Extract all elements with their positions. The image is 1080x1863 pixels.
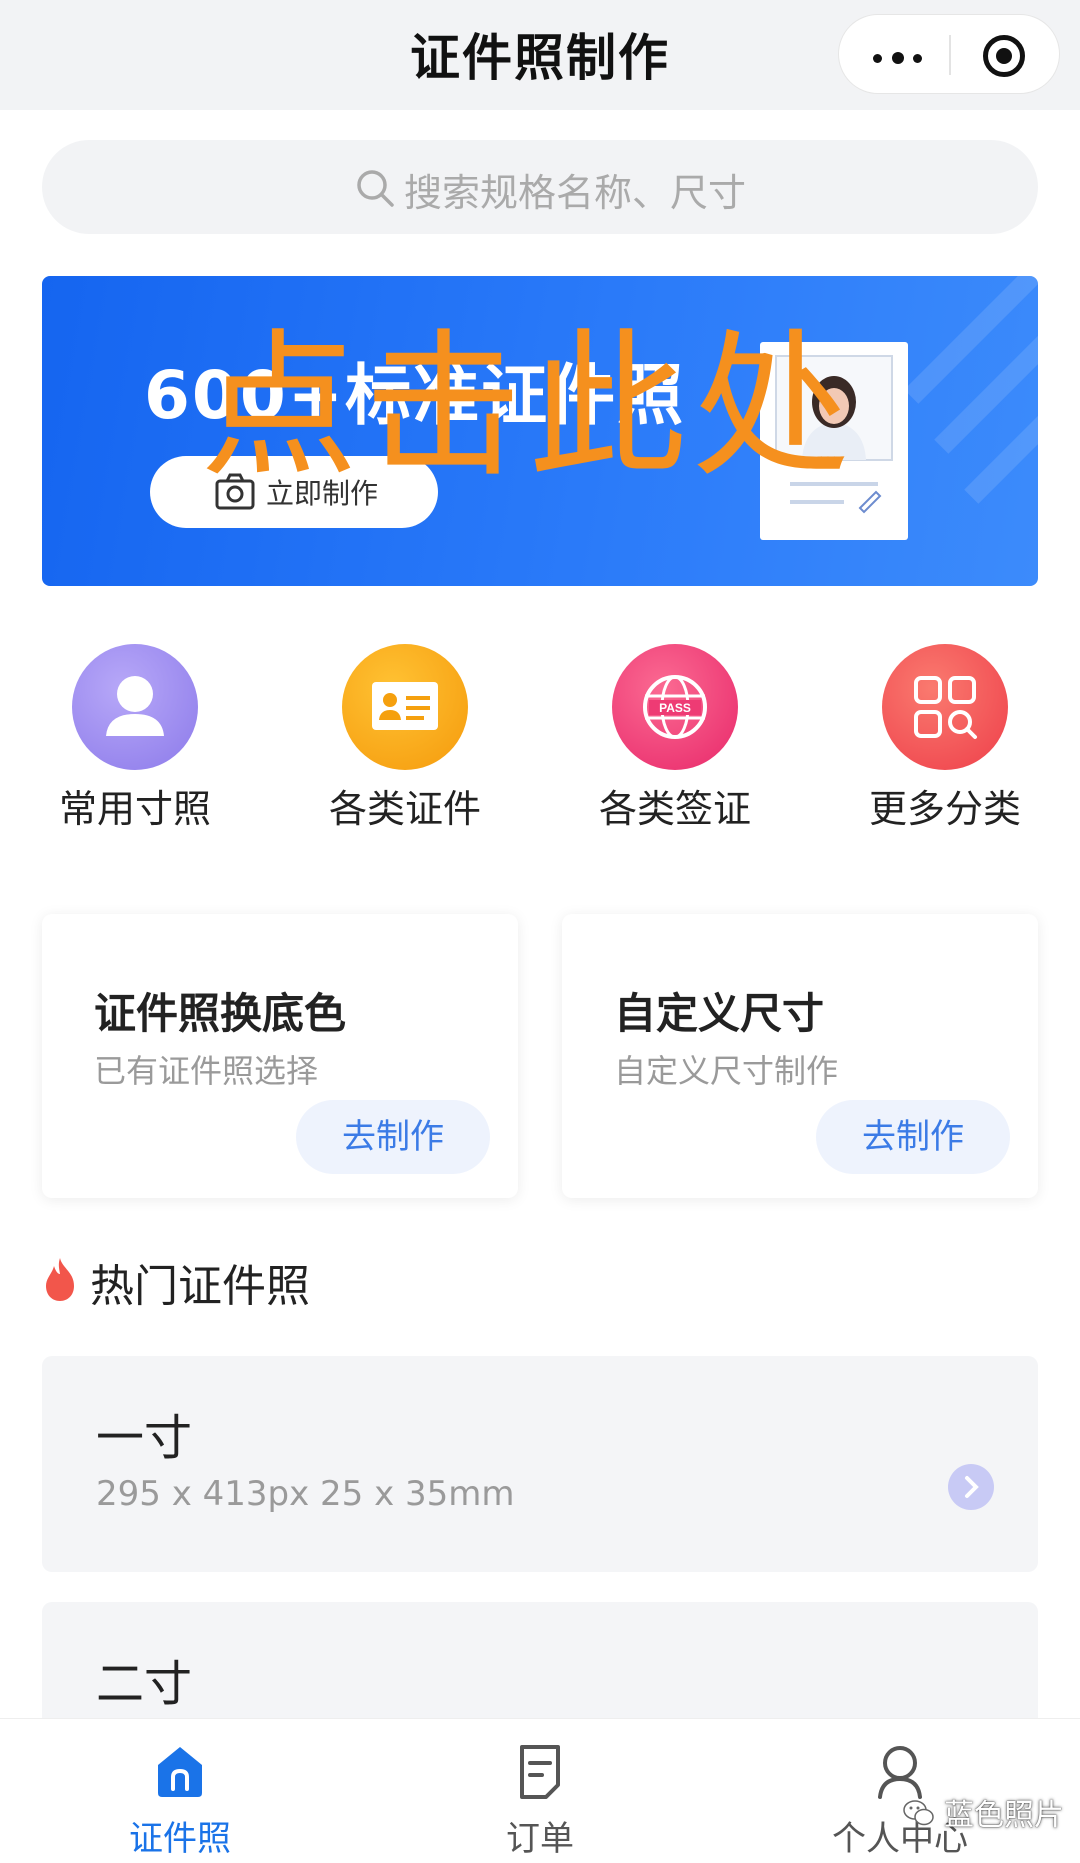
- click-here-overlay[interactable]: 点击此处: [200, 328, 856, 486]
- feature-card-custom-size[interactable]: 自定义尺寸 自定义尺寸制作 去制作: [562, 914, 1038, 1198]
- search-bar[interactable]: 搜索规格名称、尺寸: [42, 140, 1038, 234]
- feature-card-change-bg[interactable]: 证件照换底色 已有证件照选择 去制作: [42, 914, 518, 1198]
- tab-label: 订单: [506, 1819, 574, 1859]
- more-dots-icon[interactable]: [873, 52, 923, 64]
- feature-subtitle: 已有证件照选择: [94, 1052, 319, 1090]
- mini-program-capsule: [838, 14, 1060, 94]
- grid-search-icon: [882, 644, 1008, 770]
- go-make-button[interactable]: 去制作: [816, 1100, 1010, 1174]
- svg-text:PASS: PASS: [659, 701, 691, 715]
- search-icon: [357, 170, 394, 207]
- watermark-text: 蓝色照片: [944, 1798, 1064, 1833]
- wechat-icon: [903, 1800, 934, 1826]
- size-name: 一寸: [96, 1410, 193, 1466]
- target-circle-icon[interactable]: [983, 35, 1025, 77]
- tab-id-photo[interactable]: 证件照: [70, 1719, 290, 1863]
- top-nav-bar: 证件照制作: [0, 0, 1080, 110]
- banner-decoration: [904, 276, 1038, 404]
- id-card-icon: [342, 644, 468, 770]
- size-dimensions: 295 x 413px 25 x 35mm: [96, 1474, 515, 1514]
- chevron-right-icon[interactable]: [948, 1464, 994, 1510]
- home-icon: [158, 1747, 202, 1797]
- category-grid: 常用寸照 各类证件 PASS 各类签证 更多分类: [0, 640, 1080, 840]
- category-more[interactable]: 更多分类: [845, 640, 1045, 840]
- order-icon: [520, 1745, 560, 1799]
- user-icon: [878, 1746, 922, 1799]
- size-name: 二寸: [96, 1656, 193, 1712]
- search-placeholder: 搜索规格名称、尺寸: [404, 171, 747, 215]
- category-common-size[interactable]: 常用寸照: [35, 640, 235, 840]
- category-label: 常用寸照: [58, 787, 211, 831]
- tab-label: 证件照: [129, 1819, 231, 1859]
- go-make-button[interactable]: 去制作: [296, 1100, 490, 1174]
- category-id-docs[interactable]: 各类证件: [305, 640, 505, 840]
- passport-globe-icon: PASS: [612, 644, 738, 770]
- category-label: 各类证件: [328, 787, 481, 831]
- category-label: 各类签证: [598, 787, 751, 831]
- category-label: 更多分类: [868, 787, 1021, 831]
- capsule-divider: [949, 35, 951, 75]
- fire-icon: [46, 1258, 74, 1301]
- tab-orders[interactable]: 订单: [430, 1719, 650, 1863]
- bottom-tab-bar: 证件照 订单 个人中心: [0, 1718, 1080, 1863]
- feature-subtitle: 自定义尺寸制作: [614, 1052, 839, 1090]
- hot-section-title: 热门证件照: [90, 1261, 310, 1312]
- feature-title: 证件照换底色: [94, 989, 347, 1038]
- category-visas[interactable]: PASS 各类签证: [575, 640, 775, 840]
- person-icon: [72, 644, 198, 770]
- size-item-one-inch[interactable]: 一寸 295 x 413px 25 x 35mm: [42, 1356, 1038, 1572]
- feature-title: 自定义尺寸: [614, 989, 825, 1038]
